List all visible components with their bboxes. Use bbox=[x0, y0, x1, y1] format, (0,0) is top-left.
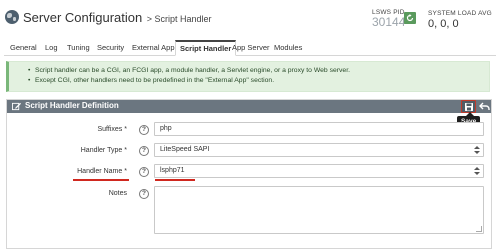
required-marker: * bbox=[124, 147, 127, 154]
help-icon[interactable]: ? bbox=[139, 125, 149, 135]
tab-script-handler[interactable]: Script Handler bbox=[175, 40, 237, 56]
field-label-text: Handler Type bbox=[80, 147, 123, 154]
back-icon[interactable] bbox=[479, 101, 490, 112]
load-avg-label: SYSTEM LOAD AVG bbox=[428, 10, 492, 17]
select-arrows-icon bbox=[474, 145, 480, 155]
edit-icon bbox=[12, 102, 21, 111]
tab-log[interactable]: Log bbox=[45, 42, 58, 56]
field-label-text: Notes bbox=[108, 190, 127, 197]
help-icon[interactable]: ? bbox=[139, 189, 149, 199]
field-row-handler-type: Handler Type * ? LiteSpeed SAPI bbox=[7, 143, 491, 161]
info-alert-list: Script handler can be a CGI, an FCGI app… bbox=[9, 62, 489, 86]
load-avg-block: SYSTEM LOAD AVG 0, 0, 0 bbox=[428, 10, 492, 30]
tab-modules[interactable]: Modules bbox=[274, 42, 302, 56]
page-header: Server Configuration > Script Handler LS… bbox=[0, 0, 500, 38]
page-title-breadcrumb: > Script Handler bbox=[146, 14, 212, 24]
tab-external-app[interactable]: External App bbox=[132, 42, 175, 56]
page-title-main: Server Configuration bbox=[23, 10, 143, 25]
required-marker: * bbox=[124, 126, 127, 133]
field-label-notes: Notes bbox=[109, 190, 127, 197]
highlight-underline-value bbox=[155, 179, 195, 181]
required-marker: * bbox=[124, 168, 127, 175]
restart-icon bbox=[406, 14, 414, 22]
load-avg-value: 0, 0, 0 bbox=[428, 18, 459, 30]
save-icon bbox=[465, 103, 473, 111]
tab-tuning[interactable]: Tuning bbox=[67, 42, 90, 56]
pid-value: 30144 bbox=[372, 15, 406, 29]
panel-title: Script Handler Definition bbox=[25, 101, 119, 110]
handler-type-select[interactable]: LiteSpeed SAPI bbox=[154, 143, 484, 157]
field-row-suffixes: Suffixes * ? php bbox=[7, 122, 491, 140]
pid-block: LSWS PID 30144 bbox=[372, 9, 405, 28]
script-handler-panel: Script Handler Definition Save Suffixes*… bbox=[6, 99, 492, 249]
suffixes-input[interactable]: php bbox=[154, 122, 484, 136]
handler-name-select[interactable]: lsphp71 bbox=[154, 164, 484, 178]
tab-bar: General Log Tuning Security External App… bbox=[4, 40, 496, 56]
highlight-underline-label bbox=[73, 179, 129, 181]
field-label-handler-type: Handler Type * bbox=[81, 147, 127, 154]
resize-grip-icon[interactable] bbox=[476, 226, 482, 232]
field-label-text: Handler Name bbox=[77, 168, 123, 175]
help-icon[interactable]: ? bbox=[139, 167, 149, 177]
globe-icon bbox=[5, 10, 19, 24]
handler-name-value: lsphp71 bbox=[160, 167, 185, 174]
field-label-handler-name: Handler Name * bbox=[77, 168, 127, 175]
tab-security[interactable]: Security bbox=[97, 42, 124, 56]
info-alert: Script handler can be a CGI, an FCGI app… bbox=[6, 61, 490, 92]
restart-button[interactable] bbox=[404, 12, 416, 24]
info-alert-item: Script handler can be a CGI, an FCGI app… bbox=[28, 66, 489, 76]
tab-general[interactable]: General bbox=[10, 42, 37, 56]
notes-textarea[interactable] bbox=[154, 186, 484, 234]
handler-type-value: LiteSpeed SAPI bbox=[160, 146, 210, 153]
tab-app-server[interactable]: App Server bbox=[232, 42, 270, 56]
panel-header: Script Handler Definition bbox=[7, 100, 491, 113]
page-title: Server Configuration > Script Handler bbox=[23, 9, 211, 27]
field-label-text: Suffixes bbox=[97, 126, 123, 133]
info-alert-item: Except CGI, other handlers need to be pr… bbox=[28, 76, 489, 86]
help-icon[interactable]: ? bbox=[139, 146, 149, 156]
select-arrows-icon bbox=[474, 166, 480, 176]
field-row-notes: Notes ? bbox=[7, 186, 491, 238]
field-label-suffixes: Suffixes * bbox=[97, 126, 127, 133]
